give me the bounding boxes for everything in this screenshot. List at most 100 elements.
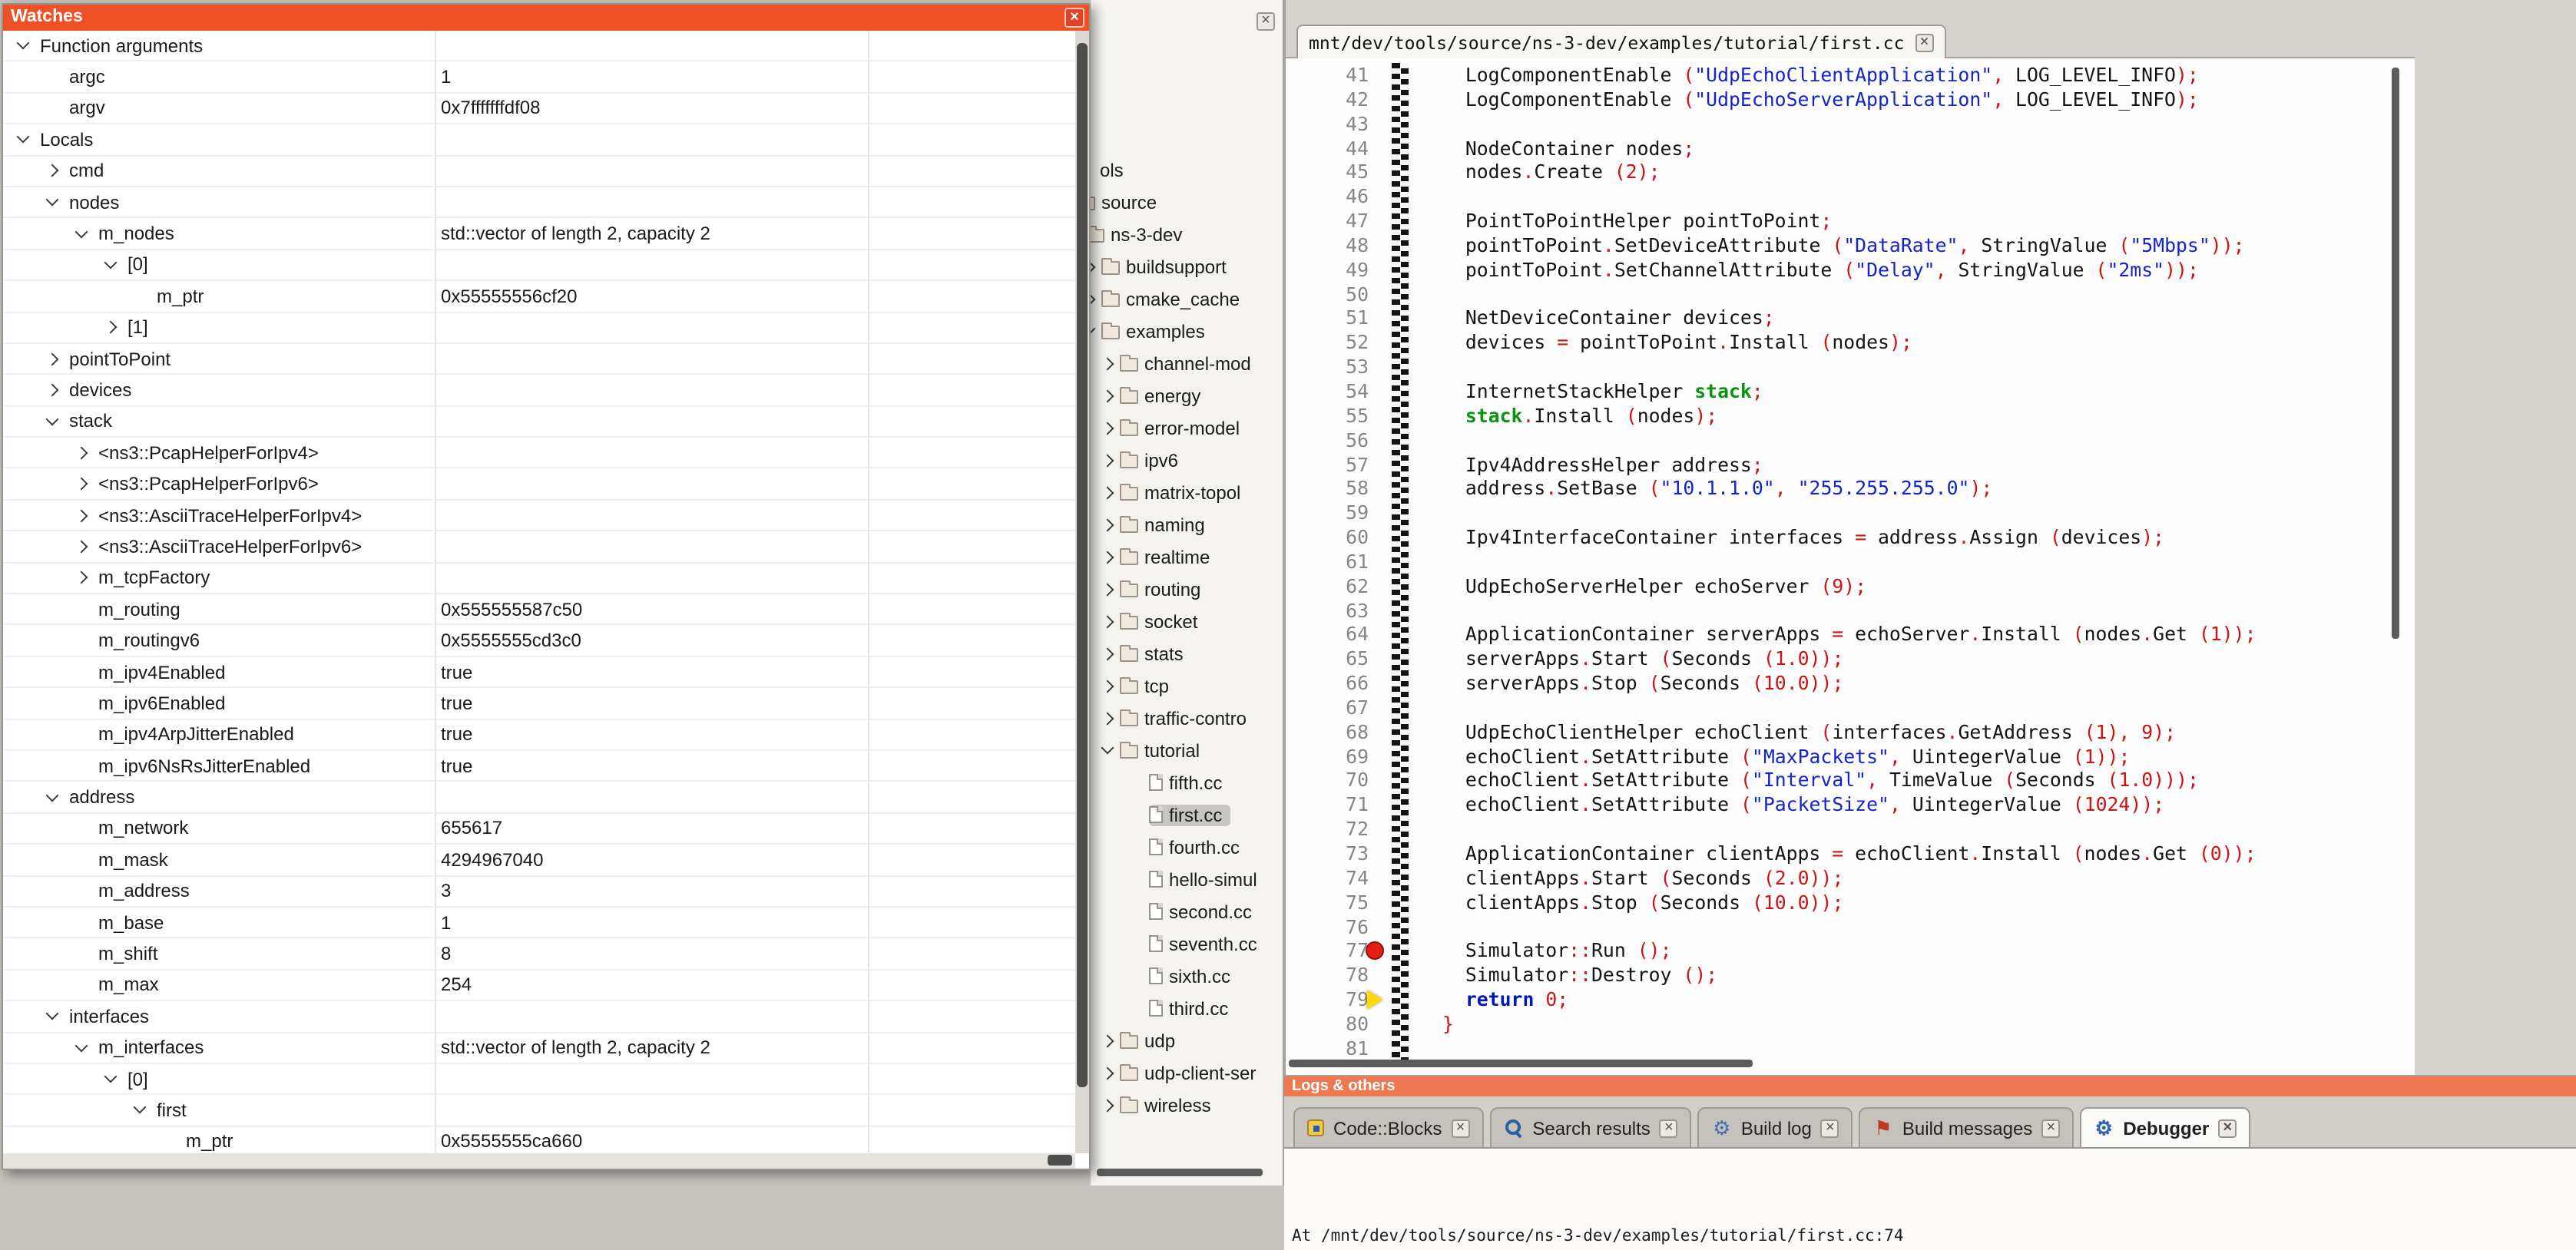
tree-item-sixth.cc[interactable]: sixth.cc <box>1091 960 1283 992</box>
close-icon[interactable]: × <box>1065 8 1084 28</box>
code-line[interactable]: 77 Simulator::Run (); <box>1286 939 2415 964</box>
watch-row[interactable]: m_ipv4ArpJitterEnabledtrue <box>3 719 1075 751</box>
watch-row[interactable]: m_interfacesstd::vector of length 2, cap… <box>3 1033 1075 1064</box>
code-line[interactable]: 74 clientApps.Start (Seconds (2.0)); <box>1286 866 2415 891</box>
close-icon[interactable]: × <box>2041 1119 2060 1137</box>
line-number[interactable]: 53 <box>1286 355 1369 379</box>
code-line[interactable]: 48 pointToPoint.SetDeviceAttribute ("Dat… <box>1286 233 2415 258</box>
line-number[interactable]: 75 <box>1286 890 1369 914</box>
code-line[interactable]: 51 NetDeviceContainer devices; <box>1286 306 2415 331</box>
line-number[interactable]: 61 <box>1286 550 1369 574</box>
line-number[interactable]: 69 <box>1286 744 1369 769</box>
chevron-right-icon[interactable] <box>1101 1034 1114 1047</box>
column-divider[interactable] <box>868 31 869 1153</box>
tree-item-ols[interactable]: ols <box>1091 154 1283 186</box>
watch-row[interactable]: stack <box>3 406 1075 438</box>
code-line[interactable]: 58 address.SetBase ("10.1.1.0", "255.255… <box>1286 477 2415 501</box>
code-line[interactable]: 70 echoClient.SetAttribute ("Interval", … <box>1286 769 2415 793</box>
code-line[interactable]: 76 <box>1286 914 2415 939</box>
chevron-right-icon[interactable] <box>1101 615 1114 628</box>
watch-row[interactable]: m_routing0x555555587c50 <box>3 594 1075 626</box>
code-line[interactable]: 47 PointToPointHelper pointToPoint; <box>1286 209 2415 233</box>
tree-item-fourth.cc[interactable]: fourth.cc <box>1091 831 1283 863</box>
chevron-right-icon[interactable] <box>1101 551 1114 564</box>
line-number[interactable]: 78 <box>1286 963 1369 987</box>
chevron-right-icon[interactable] <box>1091 293 1095 306</box>
tree-item-second.cc[interactable]: second.cc <box>1091 895 1283 928</box>
logs-tab-build-log[interactable]: ⚙Build log× <box>1698 1107 1853 1147</box>
logs-tab-build-messages[interactable]: ⚑Build messages× <box>1859 1107 2074 1147</box>
watch-row[interactable]: m_base1 <box>3 908 1075 939</box>
chevron-right-icon[interactable] <box>1101 454 1114 467</box>
code-line[interactable]: 57 Ipv4AddressHelper address; <box>1286 452 2415 477</box>
line-number[interactable]: 66 <box>1286 671 1369 696</box>
line-number[interactable]: 50 <box>1286 282 1369 306</box>
chevron-down-icon[interactable] <box>46 789 59 802</box>
watch-row[interactable]: m_address3 <box>3 876 1075 908</box>
code-line[interactable]: 53 <box>1286 355 2415 379</box>
line-number[interactable]: 80 <box>1286 1012 1369 1037</box>
chevron-right-icon[interactable] <box>1101 712 1114 725</box>
tree-item-routing[interactable]: routing <box>1091 573 1283 605</box>
code-line[interactable]: 61 <box>1286 550 2415 574</box>
code-line[interactable]: 41 LogComponentEnable ("UdpEchoClientApp… <box>1286 63 2415 88</box>
watch-row[interactable]: [0] <box>3 1064 1075 1096</box>
line-number[interactable]: 72 <box>1286 817 1369 842</box>
watch-row[interactable]: [0] <box>3 250 1075 281</box>
line-number[interactable]: 64 <box>1286 623 1369 647</box>
code-line[interactable]: 44 NodeContainer nodes; <box>1286 136 2415 160</box>
tree-item-udp-client-ser[interactable]: udp-client-ser <box>1091 1057 1283 1089</box>
line-number[interactable]: 71 <box>1286 793 1369 818</box>
tree-item-source[interactable]: source <box>1091 186 1283 218</box>
chevron-down-icon[interactable] <box>17 37 30 50</box>
watch-row[interactable]: m_ipv6NsRsJitterEnabledtrue <box>3 751 1075 782</box>
watch-row[interactable]: m_mask4294967040 <box>3 845 1075 876</box>
code-area[interactable]: 41 LogComponentEnable ("UdpEchoClientApp… <box>1286 58 2415 1075</box>
watch-row[interactable]: m_tcpFactory <box>3 563 1075 594</box>
line-number[interactable]: 76 <box>1286 914 1369 939</box>
line-number[interactable]: 44 <box>1286 136 1369 160</box>
watches-hscrollbar[interactable] <box>3 1153 1075 1169</box>
code-line[interactable]: 60 Ipv4InterfaceContainer interfaces = a… <box>1286 525 2415 550</box>
chevron-right-icon[interactable] <box>1091 260 1095 273</box>
code-line[interactable]: 43 <box>1286 111 2415 136</box>
tree-item-examples[interactable]: examples <box>1091 315 1283 347</box>
line-number[interactable]: 43 <box>1286 111 1369 136</box>
chevron-right-icon[interactable] <box>1101 389 1114 402</box>
chevron-right-icon[interactable] <box>75 571 88 584</box>
watch-row[interactable]: Locals <box>3 124 1075 156</box>
logs-tab-code-blocks[interactable]: Code::Blocks× <box>1293 1107 1483 1147</box>
close-icon[interactable]: × <box>2218 1119 2237 1137</box>
chevron-down-icon[interactable] <box>1091 322 1095 336</box>
chevron-right-icon[interactable] <box>1101 1099 1114 1112</box>
watches-vscrollbar-thumb[interactable] <box>1077 43 1088 1087</box>
code-line[interactable]: 63 <box>1286 598 2415 623</box>
chevron-right-icon[interactable] <box>1101 422 1114 435</box>
line-number[interactable]: 47 <box>1286 209 1369 233</box>
line-number[interactable]: 45 <box>1286 160 1369 185</box>
code-line[interactable]: 80} <box>1286 1012 2415 1037</box>
tree-item-third.cc[interactable]: third.cc <box>1091 992 1283 1024</box>
code-line[interactable]: 75 clientApps.Stop (Seconds (10.0)); <box>1286 890 2415 914</box>
column-divider[interactable] <box>435 31 436 1153</box>
tree-hscrollbar[interactable] <box>1097 1169 1263 1176</box>
watch-row[interactable]: pointToPoint <box>3 344 1075 375</box>
chevron-right-icon[interactable] <box>75 509 88 522</box>
code-line[interactable]: 55 stack.Install (nodes); <box>1286 404 2415 428</box>
line-number[interactable]: 57 <box>1286 452 1369 477</box>
tree-item-wireless[interactable]: wireless <box>1091 1089 1283 1121</box>
watch-row[interactable]: m_routingv60x5555555cd3c0 <box>3 626 1075 657</box>
tree-item-buildsupport[interactable]: buildsupport <box>1091 250 1283 283</box>
watch-row[interactable]: m_ipv6Enabledtrue <box>3 688 1075 719</box>
editor-hscrollbar-thumb[interactable] <box>1289 1060 1753 1067</box>
chevron-right-icon[interactable] <box>75 540 88 553</box>
line-number[interactable]: 51 <box>1286 306 1369 331</box>
close-icon[interactable]: × <box>1451 1119 1469 1137</box>
code-line[interactable]: 81 <box>1286 1037 2415 1061</box>
tree-item-stats[interactable]: stats <box>1091 637 1283 670</box>
code-line[interactable]: 45 nodes.Create (2); <box>1286 160 2415 185</box>
tree-item-error-model[interactable]: error-model <box>1091 412 1283 444</box>
chevron-right-icon[interactable] <box>1101 518 1114 531</box>
tree-item-tcp[interactable]: tcp <box>1091 670 1283 702</box>
chevron-right-icon[interactable] <box>1101 486 1114 499</box>
